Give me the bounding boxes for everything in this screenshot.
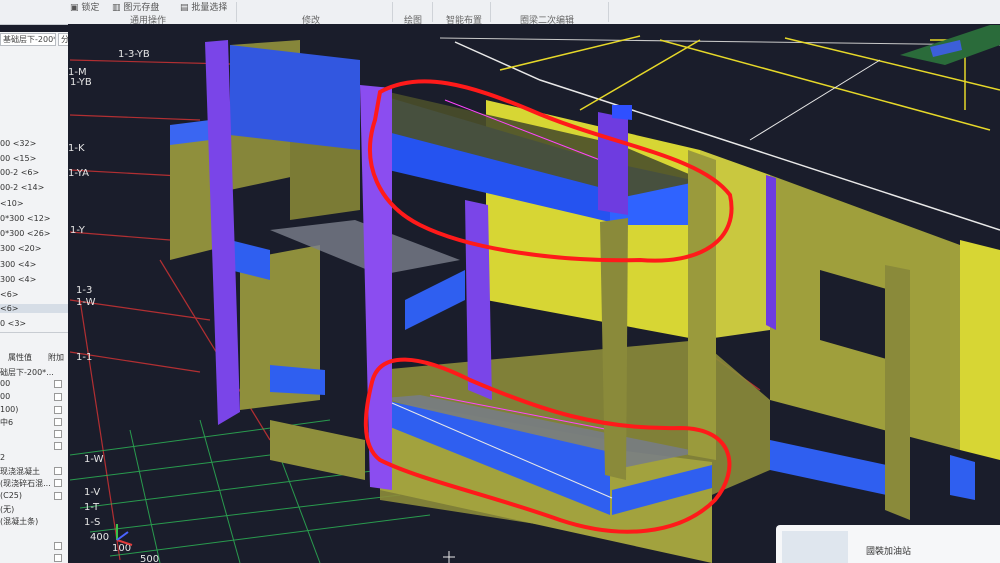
element-icon: ▥: [112, 3, 124, 13]
property-row[interactable]: (现浇碎石混...: [0, 478, 51, 489]
property-row[interactable]: (无): [0, 504, 14, 515]
model-view[interactable]: 1-3-YB 1-M 1-YB 1-K 1-YA 1-Y 1-3 1-W 1-1…: [68, 24, 1000, 563]
axis-label: 1-V: [84, 487, 100, 498]
property-checkbox[interactable]: [54, 442, 62, 450]
list-item[interactable]: 300 <4>: [0, 260, 36, 269]
list-item[interactable]: 00 <15>: [0, 154, 36, 163]
property-row[interactable]: 00: [0, 379, 10, 388]
axis-label: 1-3: [76, 285, 92, 296]
list-item[interactable]: 00 <32>: [0, 139, 36, 148]
floating-window[interactable]: 國裝加油站: [776, 525, 1000, 563]
save-element-button[interactable]: ▥ 图元存盘: [112, 0, 159, 13]
axis-label: 1-1: [76, 352, 92, 363]
panel-divider: [0, 332, 68, 333]
column-cap: [612, 105, 632, 120]
column-purple: [766, 175, 776, 330]
list-item[interactable]: 00-2 <6>: [0, 168, 39, 177]
property-row[interactable]: 100): [0, 405, 18, 414]
property-row[interactable]: 现浇混凝土: [0, 466, 40, 477]
property-checkbox[interactable]: [54, 554, 62, 562]
list-item[interactable]: <10>: [0, 199, 24, 208]
list-item-selected[interactable]: <6>: [0, 304, 68, 313]
axis-label: 1-T: [84, 502, 100, 513]
column-olive: [885, 265, 910, 520]
property-checkbox[interactable]: [54, 492, 62, 500]
axis-label: 1-Y: [70, 225, 86, 236]
column-purple: [465, 200, 492, 400]
column-olive: [688, 150, 716, 460]
property-checkbox[interactable]: [54, 479, 62, 487]
dimension-label: 500: [140, 554, 159, 563]
property-checkbox[interactable]: [54, 430, 62, 438]
axis-label: 1-YA: [68, 168, 89, 179]
property-row[interactable]: 础层下-200*...: [0, 367, 54, 378]
beam-blue: [270, 365, 325, 395]
property-row[interactable]: 中6: [0, 417, 13, 428]
window-title: 國裝加油站: [866, 547, 912, 557]
axis-label: 1-W: [84, 454, 104, 465]
wall-yellow: [960, 240, 1000, 460]
list-item[interactable]: 300 <4>: [0, 275, 36, 284]
property-checkbox[interactable]: [54, 380, 62, 388]
axis-label: 1-K: [68, 143, 85, 154]
list-item[interactable]: 300 <20>: [0, 244, 41, 253]
list-item[interactable]: 0 <3>: [0, 319, 26, 328]
column-purple: [598, 112, 628, 215]
list-item[interactable]: 0*300 <26>: [0, 229, 51, 238]
window-thumbnail: [782, 531, 848, 563]
axis-label: 1-S: [84, 517, 100, 528]
axis-label: 1-W: [76, 297, 96, 308]
dimension-label: 400: [90, 532, 109, 543]
header-extra: 附加: [48, 353, 64, 362]
property-row[interactable]: (混凝土条): [0, 516, 38, 527]
ribbon-separator: [432, 2, 433, 22]
list-item[interactable]: 0*300 <12>: [0, 214, 51, 223]
3d-viewport[interactable]: 1-3-YB 1-M 1-YB 1-K 1-YA 1-Y 1-3 1-W 1-1…: [68, 24, 1000, 563]
batch-icon: ▤: [180, 3, 192, 13]
beam-blue: [950, 455, 975, 500]
ribbon-separator: [236, 2, 237, 22]
ribbon-separator: [608, 2, 609, 22]
ribbon-separator: [490, 2, 491, 22]
floor-combo[interactable]: 基础层下-200*20: [0, 33, 56, 46]
lock-icon: ▣: [70, 3, 82, 13]
ribbon-toolbar: ▣ 锁定 ▥ 图元存盘 ▤ 批量选择 通用操作 修改 绘图 智能布置 圈梁二次编…: [0, 0, 1000, 25]
property-checkbox[interactable]: [54, 542, 62, 550]
property-row[interactable]: 00: [0, 392, 10, 401]
list-item[interactable]: 00-2 <14>: [0, 183, 44, 192]
property-checkbox[interactable]: [54, 393, 62, 401]
left-panel: 00 <32> 00 <15> 00-2 <6> 00-2 <14> <10> …: [0, 46, 69, 563]
beam-blue: [230, 45, 360, 150]
property-checkbox[interactable]: [54, 467, 62, 475]
axis-label: 1-YB: [70, 77, 92, 88]
header-value: 属性值: [8, 353, 32, 362]
property-checkbox[interactable]: [54, 406, 62, 414]
ribbon-separator: [392, 2, 393, 22]
batch-select-button[interactable]: ▤ 批量选择: [180, 0, 227, 13]
property-row[interactable]: 2: [0, 453, 5, 462]
lock-button[interactable]: ▣ 锁定: [70, 0, 99, 13]
axis-label: 1-3-YB: [118, 49, 150, 60]
list-item[interactable]: <6>: [0, 290, 19, 299]
axis-gizmo-icon: [116, 524, 133, 546]
property-checkbox[interactable]: [54, 418, 62, 426]
property-row[interactable]: (C25): [0, 491, 22, 500]
